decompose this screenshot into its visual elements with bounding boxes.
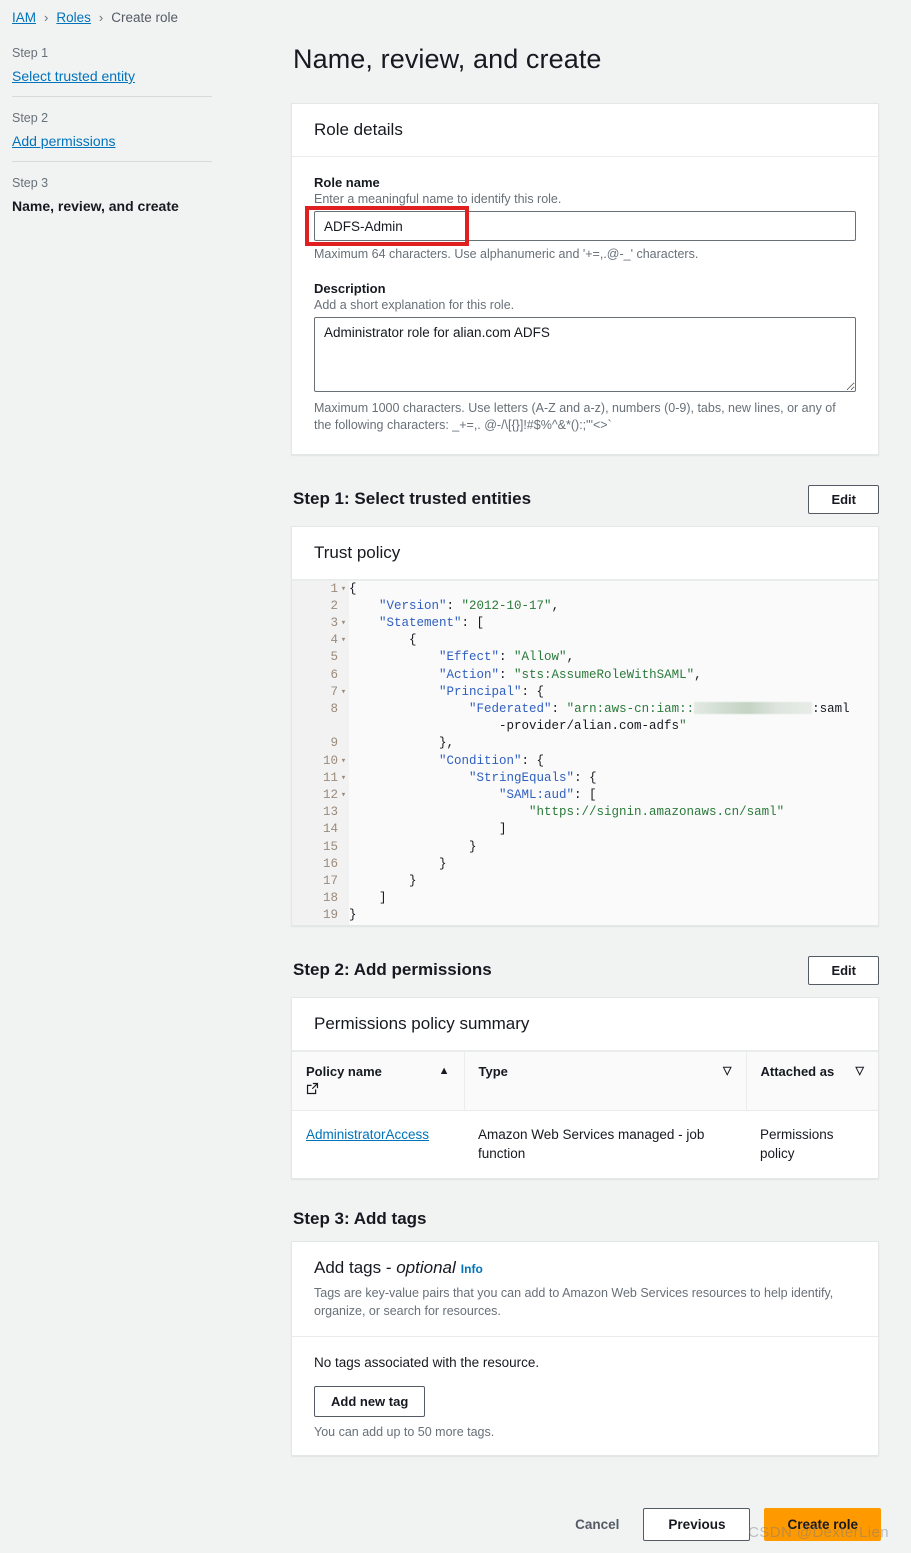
policy-name-link[interactable]: AdministratorAccess (306, 1127, 429, 1142)
sidebar-step-1-number: Step 1 (12, 46, 49, 60)
role-details-title: Role details (314, 120, 403, 139)
step1-section-header: Step 1: Select trusted entities Edit (293, 484, 879, 514)
trust-policy-card: Trust policy 12345678 9 10 11 12 13 14 15 16 17 1… (291, 525, 879, 926)
table-header-row: Policy name ▲ Type ▽ Attached as ▽ (292, 1050, 878, 1111)
description-description: Add a short explanation for this role. (314, 297, 515, 312)
external-link-icon[interactable] (306, 1082, 319, 1098)
sidebar-divider (12, 96, 212, 97)
permissions-policy-card: Permissions policy summary Policy name ▲… (291, 996, 879, 1179)
description-textarea[interactable] (314, 316, 856, 392)
sidebar-step-3-label: Name, review, and create (12, 198, 179, 214)
breadcrumb-item-roles[interactable]: Roles (56, 10, 91, 25)
description-label: Description (314, 280, 386, 296)
wizard-footer-actions: Cancel Previous Create role (565, 1508, 881, 1541)
permissions-card-header: Permissions policy summary (292, 997, 878, 1051)
create-role-button[interactable]: Create role (764, 1508, 881, 1541)
sidebar-step-1-label[interactable]: Select trusted entity (12, 68, 212, 84)
step2-edit-button[interactable]: Edit (808, 955, 879, 985)
previous-button[interactable]: Previous (643, 1508, 751, 1541)
breadcrumb-item-create-role: Create role (111, 10, 179, 25)
breadcrumb-item-iam[interactable]: IAM (12, 10, 36, 25)
step2-section-header: Step 2: Add permissions Edit (293, 955, 879, 985)
add-tags-card: Add tags - optional Info Tags are key-val… (291, 1240, 879, 1457)
breadcrumb: IAM › Roles › Create role (12, 10, 178, 25)
role-details-card: Role details Role name Enter a meaningfu… (291, 103, 879, 455)
sort-descending-icon[interactable]: ▽ (856, 1064, 864, 1078)
sidebar-step-3-number: Step 3 (12, 176, 49, 190)
role-name-input[interactable] (314, 211, 856, 241)
add-tags-title: Add tags - optional Info (314, 1258, 856, 1278)
add-tags-optional-text: optional (396, 1257, 456, 1277)
wizard-steps-sidebar: Step 1 Select trusted entity Step 2 Add … (12, 46, 212, 226)
code-line-numbers: 12345678 9 10 11 12 13 14 15 16 17 18 19 (292, 580, 338, 925)
step1-heading: Step 1: Select trusted entities (293, 489, 532, 509)
column-header-policy-name-label: Policy name (306, 1063, 382, 1079)
trust-policy-card-header: Trust policy (292, 526, 878, 580)
no-tags-message: No tags associated with the resource. (314, 1355, 540, 1371)
permissions-policy-table: Policy name ▲ Type ▽ Attached as ▽ Admin… (292, 1050, 878, 1178)
sidebar-divider (12, 161, 212, 162)
add-tags-title-text: Add tags - (314, 1257, 397, 1277)
add-new-tag-button[interactable]: Add new tag (314, 1386, 426, 1418)
role-name-label: Role name (314, 175, 380, 190)
cell-policy-name: AdministratorAccess (292, 1110, 464, 1178)
step3-heading: Step 3: Add tags (293, 1208, 427, 1228)
permissions-policy-title: Permissions policy summary (314, 1013, 530, 1033)
description-hint: Maximum 1000 characters. Use letters (A-… (314, 400, 836, 432)
role-name-description: Enter a meaningful name to identify this… (314, 192, 562, 206)
breadcrumb-separator-icon: › (44, 10, 49, 25)
breadcrumb-separator-icon: › (98, 10, 104, 25)
add-tags-card-body: No tags associated with the resource. Ad… (292, 1337, 878, 1455)
page-title: Name, review, and create (293, 44, 602, 74)
sidebar-step-3: Step 3 Name, review, and create (12, 176, 212, 226)
role-details-card-header: Role details (292, 104, 878, 157)
code-fold-arrows[interactable]: ▾ ▾ ▾ ▾ ▾ ▾ ▾ (338, 580, 349, 925)
cell-type: Amazon Web Services managed - job functi… (478, 1126, 705, 1162)
step1-edit-button[interactable]: Edit (808, 484, 879, 514)
trust-policy-title: Trust policy (314, 542, 401, 562)
column-header-attached-as-label: Attached as (760, 1063, 835, 1079)
column-header-attached-as[interactable]: Attached as ▽ (746, 1050, 878, 1111)
sort-ascending-icon[interactable]: ▲ (439, 1064, 450, 1078)
column-header-type[interactable]: Type ▽ (464, 1050, 747, 1111)
info-link[interactable]: Info (461, 1262, 483, 1276)
cell-attached-as: Permissions policy (760, 1126, 834, 1162)
step2-heading: Step 2: Add permissions (293, 960, 492, 980)
sidebar-step-1[interactable]: Step 1 Select trusted entity (12, 46, 212, 96)
sidebar-step-2-number: Step 2 (12, 111, 49, 125)
cancel-button[interactable]: Cancel (565, 1509, 629, 1540)
step3-section-header: Step 3: Add tags (293, 1209, 879, 1229)
role-name-hint: Maximum 64 characters. Use alphanumeric … (314, 247, 699, 261)
sidebar-step-2[interactable]: Step 2 Add permissions (12, 111, 212, 161)
trust-policy-code-viewer[interactable]: 12345678 9 10 11 12 13 14 15 16 17 18 19 ▾ ▾ ▾ ▾ ▾ ▾… (292, 579, 878, 925)
tags-limit-text: You can add up to 50 more tags. (314, 1425, 495, 1440)
column-header-type-label: Type (478, 1063, 508, 1079)
add-tags-card-header: Add tags - optional Info Tags are key-val… (292, 1242, 878, 1338)
table-row: AdministratorAccess Amazon Web Services … (292, 1110, 878, 1178)
main-content: Name, review, and create Role details Ro… (291, 44, 879, 1457)
add-tags-subtitle: Tags are key-value pairs that you can ad… (314, 1285, 834, 1318)
sidebar-step-2-label[interactable]: Add permissions (12, 133, 212, 149)
sort-descending-icon[interactable]: ▽ (723, 1064, 731, 1078)
code-content[interactable]: { "Version": "2012-10-17", "Statement": … (349, 580, 878, 925)
column-header-policy-name[interactable]: Policy name ▲ (292, 1050, 465, 1111)
role-details-card-body: Role name Enter a meaningful name to ide… (292, 157, 878, 454)
